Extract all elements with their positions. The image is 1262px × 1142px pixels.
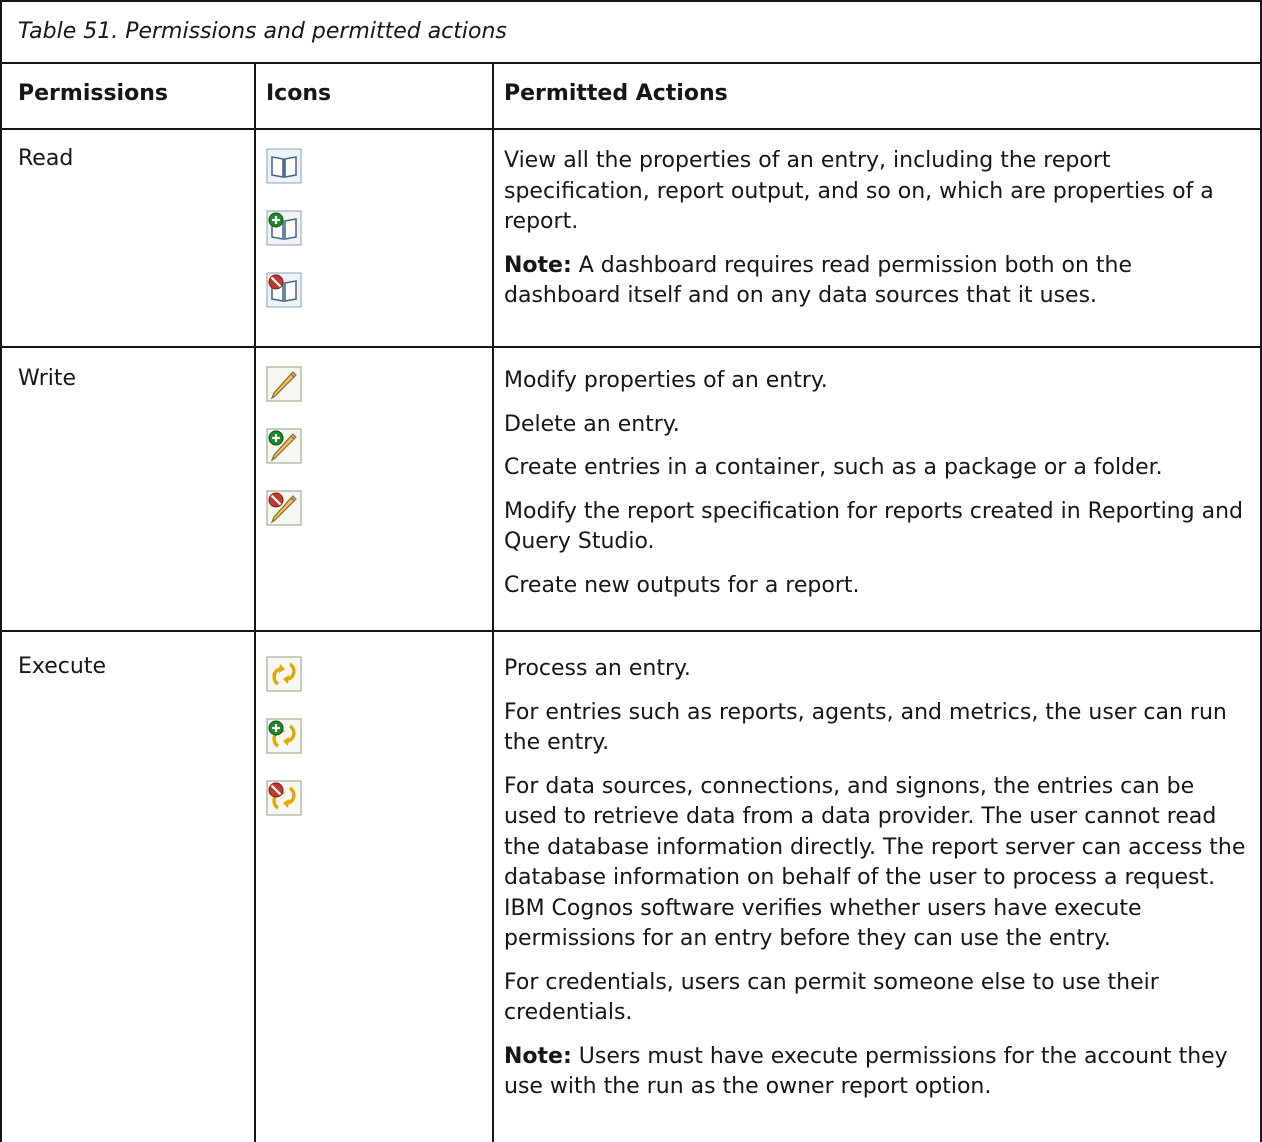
grant-execute-icon bbox=[266, 718, 302, 754]
column-divider bbox=[492, 64, 494, 1142]
write-icon bbox=[266, 366, 302, 402]
action-text: Delete an entry. bbox=[504, 411, 680, 437]
row-divider bbox=[2, 346, 1260, 348]
read-icons bbox=[266, 148, 302, 334]
execute-icon bbox=[266, 656, 302, 692]
deny-execute-icon bbox=[266, 780, 302, 816]
deny-write-icon bbox=[266, 490, 302, 526]
action-text: View all the properties of an entry, inc… bbox=[504, 148, 1214, 234]
grant-write-icon bbox=[266, 428, 302, 464]
permission-read: Read bbox=[18, 146, 74, 171]
permission-write: Write bbox=[18, 366, 77, 391]
execute-actions: Process an entry. For entries such as re… bbox=[504, 654, 1260, 1116]
read-icon bbox=[266, 148, 302, 184]
action-text: For credentials, users can permit someon… bbox=[504, 969, 1159, 1026]
row-divider bbox=[2, 630, 1260, 632]
grant-read-icon bbox=[266, 210, 302, 246]
header-icons: Icons bbox=[266, 81, 332, 106]
header-permitted-actions: Permitted Actions bbox=[504, 81, 728, 106]
action-text: Modify properties of an entry. bbox=[504, 368, 828, 393]
action-note: Note: Users must have execute permission… bbox=[504, 1043, 1228, 1100]
write-actions: Modify properties of an entry. Delete an… bbox=[504, 366, 1260, 614]
write-icons bbox=[266, 366, 302, 552]
deny-read-icon bbox=[266, 272, 302, 308]
header-row-divider bbox=[2, 128, 1260, 130]
execute-icons bbox=[266, 656, 302, 842]
action-text: Create new outputs for a report. bbox=[504, 572, 860, 598]
action-text: For entries such as reports, agents, and… bbox=[504, 699, 1227, 756]
read-actions: View all the properties of an entry, inc… bbox=[504, 146, 1260, 325]
header-permissions: Permissions bbox=[18, 81, 168, 106]
action-text: Process an entry. bbox=[504, 656, 691, 681]
permissions-table: Table 51. Permissions and permitted acti… bbox=[0, 0, 1262, 1142]
column-divider bbox=[254, 64, 256, 1142]
action-note: Note: A dashboard requires read permissi… bbox=[504, 252, 1133, 309]
permission-execute: Execute bbox=[18, 654, 106, 679]
action-text: Modify the report specification for repo… bbox=[504, 498, 1243, 555]
action-text: Create entries in a container, such as a… bbox=[504, 455, 1163, 480]
action-text: For data sources, connections, and signo… bbox=[504, 773, 1246, 952]
table-caption: Table 51. Permissions and permitted acti… bbox=[2, 2, 1260, 64]
